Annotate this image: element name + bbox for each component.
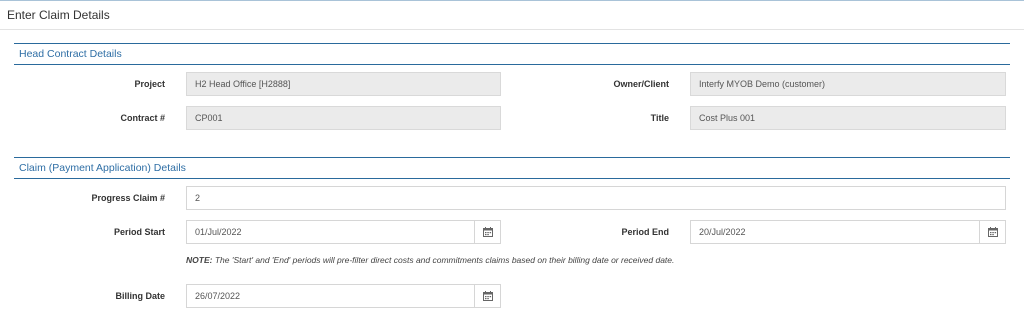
note-prefix: NOTE: [186,255,213,265]
billing-date-input[interactable]: 26/07/2022 [186,284,501,308]
billing-date-value: 26/07/2022 [195,291,241,301]
period-start-value: 01/Jul/2022 [195,227,242,237]
claim-section-title: Claim (Payment Application) Details [19,162,186,174]
calendar-icon[interactable] [474,221,500,243]
calendar-icon[interactable] [474,285,500,307]
project-label: Project [134,79,165,89]
contract-number-label: Contract # [120,113,165,123]
head-contract-section-title: Head Contract Details [19,48,122,60]
project-field: H2 Head Office [H2888] [186,72,501,96]
period-start-label: Period Start [113,227,165,237]
page-title: Enter Claim Details [7,8,110,22]
progress-claim-label: Progress Claim # [91,193,165,203]
period-end-value: 20/Jul/2022 [699,227,746,237]
progress-claim-input[interactable]: 2 [186,186,1006,210]
note-text: The 'Start' and 'End' periods will pre-f… [212,255,675,265]
period-end-input[interactable]: 20/Jul/2022 [690,220,1006,244]
title-label: Title [650,113,669,123]
billing-date-label: Billing Date [115,291,165,301]
period-note: NOTE: The 'Start' and 'End' periods will… [186,255,674,265]
title-field: Cost Plus 001 [690,106,1006,130]
owner-client-field: Interfy MYOB Demo (customer) [690,72,1006,96]
calendar-icon[interactable] [979,221,1005,243]
page-header: Enter Claim Details [0,0,1024,30]
period-end-label: Period End [621,227,669,237]
head-contract-section-header: Head Contract Details [14,43,1010,65]
period-start-input[interactable]: 01/Jul/2022 [186,220,501,244]
claim-section-header: Claim (Payment Application) Details [14,157,1010,179]
owner-client-label: Owner/Client [613,79,669,89]
contract-number-field: CP001 [186,106,501,130]
